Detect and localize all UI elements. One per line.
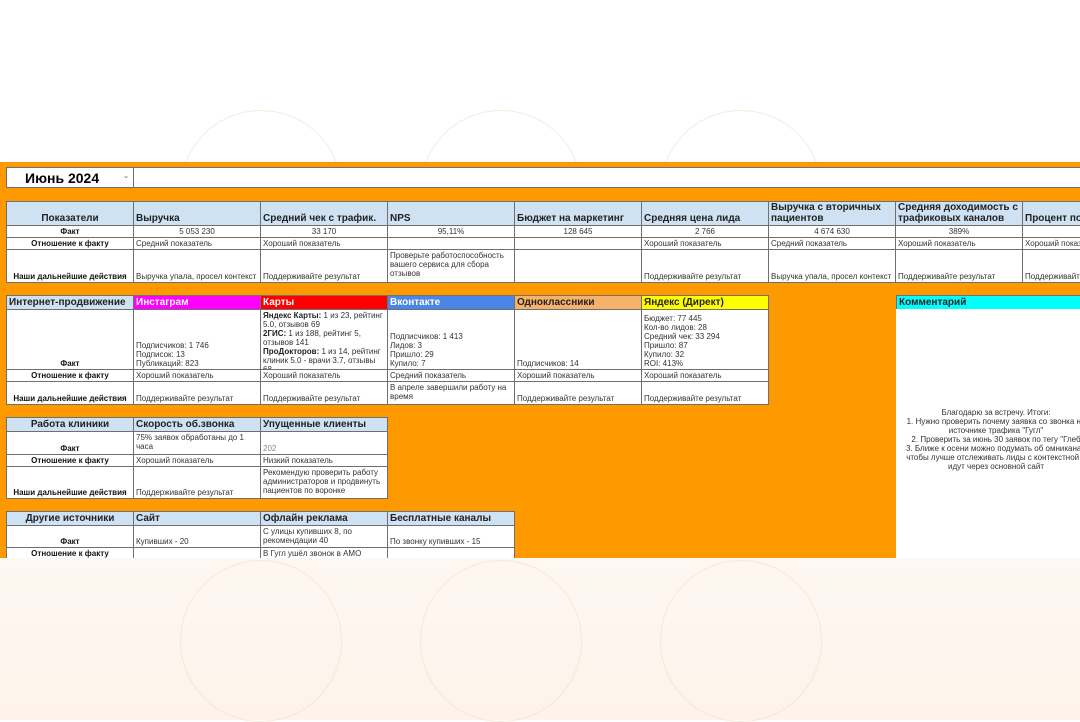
decorative-arc xyxy=(180,560,342,722)
kpi-act-traffic-percent: Поддерживайт xyxy=(1022,249,1080,283)
internet-act-ok: Поддерживайте результат xyxy=(514,381,642,405)
comment-line: Благодарю за встречу. Итоги: xyxy=(941,408,1051,417)
internet-col-vk: Вконтакте xyxy=(387,295,515,310)
kpi-col-traffic-percent: Процент по трафиковы xyxy=(1022,201,1080,226)
comment-line: 1. Нужно проверить почему заявка со звон… xyxy=(906,417,1080,426)
internet-col-ok: Одноклассники xyxy=(514,295,642,310)
other-col-free-channels: Бесплатные каналы xyxy=(387,511,515,526)
month-select[interactable]: Июнь 2024 ⌄ xyxy=(6,167,134,188)
internet-act-yandex-direct: Поддерживайте результат xyxy=(641,381,769,405)
maps-prodoctorov-label: ПроДокторов: xyxy=(263,347,320,356)
direct-avg-check: Средний чек: 33 294 xyxy=(644,332,720,341)
kpi-actions-label: Наши дальнейшие действия xyxy=(6,249,134,283)
spreadsheet-report: Июнь 2024 ⌄ Показатели Выручка Средний ч… xyxy=(0,162,1080,558)
internet-fact-instagram: Подписчиков: 1 746 Подписок: 13 Публикац… xyxy=(133,309,261,370)
kpi-col-nps: NPS xyxy=(387,201,515,226)
clinic-act-lost-clients: Рекомендую проверить работу администрато… xyxy=(260,466,388,499)
kpi-col-revenue: Выручка xyxy=(133,201,261,226)
other-col-site: Сайт xyxy=(133,511,261,526)
clinic-fact-label: Факт xyxy=(6,431,134,455)
other-fact-site: Купивших - 20 xyxy=(133,525,261,548)
comment-line: 2. Проверить за июнь 30 заявок по тегу "… xyxy=(911,435,1080,444)
instagram-subscribers: Подписчиков: 1 746 xyxy=(136,341,209,350)
clinic-fact-lost-clients: 202 xyxy=(260,431,388,455)
internet-col-maps: Карты xyxy=(260,295,388,310)
clinic-act-callback-speed: Поддерживайте результат xyxy=(133,466,261,499)
other-fact-free-channels: По звонку купивших - 15 xyxy=(387,525,515,548)
maps-2gis: 2ГИС: 1 из 188, рейтинг 5, отзывов 141 xyxy=(263,329,385,347)
comment-line: идут через основной сайт xyxy=(948,462,1044,471)
internet-act-instagram: Поддерживайте результат xyxy=(133,381,261,405)
clinic-col-lost-clients: Упущенные клиенты xyxy=(260,417,388,432)
internet-fact-maps: Яндекс Карты: 1 из 23, рейтинг 5.0, отзы… xyxy=(260,309,388,370)
other-fact-offline: С улицы купивших 8, по рекомендации 40 xyxy=(260,525,388,548)
comment-header: Комментарий xyxy=(896,295,1080,310)
internet-actions-label: Наши дальнейшие действия xyxy=(6,381,134,405)
comment-line: 3. Ближе к осени можно подумать об омник… xyxy=(905,444,1080,453)
clinic-fact-callback-speed: 75% заявок обработаны до 1 часа xyxy=(133,431,261,455)
kpi-act-marketing-budget xyxy=(514,249,642,283)
maps-yandex-label: Яндекс Карты: xyxy=(263,311,322,320)
internet-act-maps: Поддерживайте результат xyxy=(260,381,388,405)
direct-leads: Кол-во лидов: 28 xyxy=(644,323,707,332)
internet-fact-label: Факт xyxy=(6,309,134,370)
chevron-down-icon[interactable]: ⌄ xyxy=(123,168,129,186)
internet-row-header: Интернет-продвижение xyxy=(6,295,134,310)
direct-bought: Купило: 32 xyxy=(644,350,685,359)
maps-2gis-label: 2ГИС: xyxy=(263,329,287,338)
kpi-row-header: Показатели xyxy=(6,201,134,226)
other-rel-site xyxy=(133,547,261,558)
kpi-act-avg-check: Поддерживайте результат xyxy=(260,249,388,283)
kpi-col-lead-price: Средняя цена лида xyxy=(641,201,769,226)
kpi-act-secondary-revenue: Выручка упала, просел контекст xyxy=(768,249,896,283)
kpi-act-revenue: Выручка упала, просел контекст xyxy=(133,249,261,283)
comment-body: Благодарю за встречу. Итоги: 1. Нужно пр… xyxy=(896,309,1080,558)
kpi-col-avg-check: Средний чек с трафик. xyxy=(260,201,388,226)
clinic-actions-label: Наши дальнейшие действия xyxy=(6,466,134,499)
decorative-arc xyxy=(660,560,822,722)
kpi-act-traffic-yield: Поддерживайте результат xyxy=(895,249,1023,283)
other-row-header: Другие источники xyxy=(6,511,134,526)
other-rel-free-channels xyxy=(387,547,515,558)
kpi-col-marketing-budget: Бюджет на маркетинг xyxy=(514,201,642,226)
kpi-act-nps: Проверьте работоспособность вашего серви… xyxy=(387,249,515,283)
month-label: Июнь 2024 xyxy=(25,170,100,186)
vk-subscribers: Подписчиков: 1 413 xyxy=(390,332,463,341)
maps-prodoctorov: ПроДокторов: 1 из 14, рейтинг клиник 5.0… xyxy=(263,347,385,369)
vk-bought: Купило: 7 xyxy=(390,359,426,368)
other-fact-label: Факт xyxy=(6,525,134,548)
direct-roi: ROI: 413% xyxy=(644,359,684,368)
month-row-filler xyxy=(133,167,1080,188)
kpi-act-lead-price: Поддерживайте результат xyxy=(641,249,769,283)
internet-fact-vk: Подписчиков: 1 413 Лидов: 3 Пришло: 29 К… xyxy=(387,309,515,370)
direct-came: Пришло: 87 xyxy=(644,341,688,350)
clinic-row-header: Работа клиники xyxy=(6,417,134,432)
internet-col-yandex-direct: Яндекс (Директ) xyxy=(641,295,769,310)
direct-budget: Бюджет: 77 445 xyxy=(644,314,702,323)
instagram-posts: Публикаций: 823 xyxy=(136,359,199,368)
maps-yandex: Яндекс Карты: 1 из 23, рейтинг 5.0, отзы… xyxy=(263,311,385,329)
decorative-arc xyxy=(420,560,582,722)
internet-fact-yandex-direct: Бюджет: 77 445 Кол-во лидов: 28 Средний … xyxy=(641,309,769,370)
other-col-offline: Офлайн реклама xyxy=(260,511,388,526)
internet-col-instagram: Инстаграм xyxy=(133,295,261,310)
other-rel-offline: В Гугл ушёл звонок в АМО xyxy=(260,547,388,558)
kpi-col-traffic-yield: Средняя доходимость с трафиковых каналов xyxy=(895,201,1023,226)
internet-act-vk: В апреле завершили работу на время xyxy=(387,381,515,405)
clinic-col-callback-speed: Скорость об.звонка xyxy=(133,417,261,432)
comment-line: чтобы лучше отслеживать лиды с контекстн… xyxy=(906,453,1080,462)
internet-fact-ok: Подписчиков: 14 xyxy=(514,309,642,370)
kpi-col-secondary-revenue: Выручка с вторичных пациентов xyxy=(768,201,896,226)
instagram-subscriptions: Подписок: 13 xyxy=(136,350,185,359)
vk-leads: Лидов: 3 xyxy=(390,341,422,350)
ok-subscribers: Подписчиков: 14 xyxy=(517,359,579,368)
other-rel-label: Отношение к факту xyxy=(6,547,134,558)
comment-line: источнике трафика "Гугл" xyxy=(948,426,1044,435)
vk-came: Пришло: 29 xyxy=(390,350,434,359)
